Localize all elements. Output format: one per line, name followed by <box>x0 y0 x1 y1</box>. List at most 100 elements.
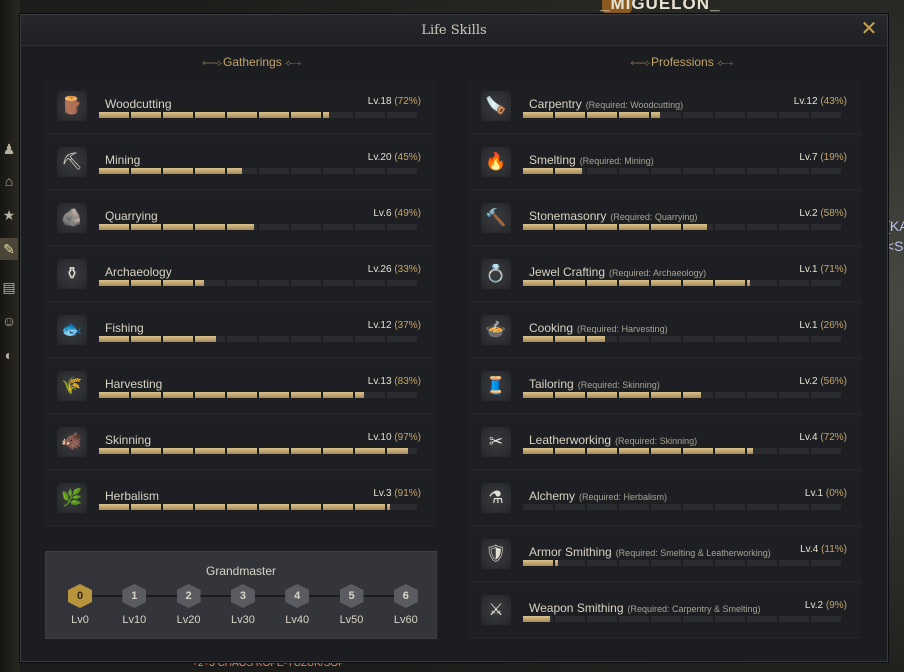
skill-row-alchemy[interactable]: ⚗ Alchemy (Required: Herbalism) Lv.1 (0%) <box>469 473 861 526</box>
skill-row-quarrying[interactable]: 🪨 Quarrying Lv.6 (49%) <box>45 193 435 246</box>
grandmaster-node-6[interactable]: 6 <box>393 584 420 608</box>
progress-segment <box>195 280 225 286</box>
progress-segment <box>291 336 321 342</box>
skill-row-fishing[interactable]: 🐟 Fishing Lv.12 (37%) <box>45 305 435 358</box>
progress-segment <box>619 560 649 566</box>
progress-segment <box>715 112 745 118</box>
grandmaster-node-5[interactable]: 5 <box>339 584 366 608</box>
skill-row-stonemasonry[interactable]: 🔨 Stonemasonry (Required: Quarrying) Lv.2 (… <box>469 193 861 246</box>
progress-segment <box>747 392 777 398</box>
progress-segment <box>291 224 321 230</box>
skill-level-percent: (91%) <box>394 488 421 499</box>
skill-level-percent: (49%) <box>394 208 421 219</box>
ornament-right-icon: ⟡⟶ <box>285 58 301 69</box>
skill-requirement: (Required: Quarrying) <box>610 212 698 222</box>
book-icon[interactable]: ▤ <box>0 276 18 298</box>
progress-segment <box>619 504 649 510</box>
window-titlebar[interactable]: Life Skills ✕ <box>21 15 887 46</box>
progress-segment <box>811 168 841 174</box>
grandmaster-node-2[interactable]: 2 <box>176 584 203 608</box>
progress-segment <box>683 392 713 398</box>
skill-row-skinning[interactable]: 🐗 Skinning Lv.10 (97%) <box>45 417 435 470</box>
life-skills-icon[interactable]: ✎ <box>0 238 18 260</box>
progress-segment <box>619 280 649 286</box>
progress-segment <box>555 392 585 398</box>
side-menu-strip: ♟ ⌂ ★ ✎ ▤ ☺ ◐ <box>0 0 20 672</box>
skill-row-harvesting[interactable]: 🌾 Harvesting Lv.13 (83%) <box>45 361 435 414</box>
friends-icon[interactable]: ☺ <box>0 310 18 332</box>
skill-level: Lv.18 (72%) <box>368 96 421 107</box>
progress-segment <box>323 392 353 398</box>
grandmaster-node-label: Lv30 <box>230 614 255 626</box>
progress-segment <box>523 392 553 398</box>
progress-segment <box>683 336 713 342</box>
progress-segment <box>587 616 617 622</box>
progress-segment <box>163 336 193 342</box>
skill-row-smelting[interactable]: 🔥 Smelting (Required: Mining) Lv.7 (19%) <box>469 137 861 190</box>
progress-segment <box>131 112 161 118</box>
skill-row-cooking[interactable]: 🍲 Cooking (Required: Harvesting) Lv.1 (26%) <box>469 305 861 358</box>
progress-segment <box>195 168 225 174</box>
progress-segment <box>523 504 553 510</box>
close-icon[interactable]: ✕ <box>859 19 879 39</box>
skill-level: Lv.10 (97%) <box>368 432 421 443</box>
mount-icon[interactable]: ◐ <box>0 344 18 366</box>
progress-segment <box>323 112 353 118</box>
professions-header-label: Professions <box>651 55 714 69</box>
skill-level: Lv.7 (19%) <box>799 152 847 163</box>
progress-segment <box>683 448 713 454</box>
progress-segment <box>387 336 417 342</box>
progress-segment <box>811 448 841 454</box>
skill-level-percent: (37%) <box>394 320 421 331</box>
bg-chat-text-2: <Sh <box>886 238 904 254</box>
progress-segment <box>227 392 257 398</box>
skill-row-archaeology[interactable]: ⚱ Archaeology Lv.26 (33%) <box>45 249 435 302</box>
bg-chat-text-1: [KA <box>886 218 904 234</box>
skill-name-label: Harvesting <box>105 377 163 391</box>
skill-name: Jewel Crafting (Required: Archaeology) <box>529 265 706 279</box>
progress-segment <box>291 112 321 118</box>
progress-segment <box>355 448 385 454</box>
progress-segment <box>619 224 649 230</box>
grandmaster-node-1[interactable]: 1 <box>122 584 148 608</box>
skill-requirement: (Required: Skinning) <box>577 380 660 390</box>
grandmaster-node-0[interactable]: 0 <box>68 584 94 608</box>
skill-row-weapon-smithing[interactable]: ⚔ Weapon Smithing (Required: Carpentry & S… <box>469 585 861 638</box>
star-icon[interactable]: ★ <box>0 204 18 226</box>
tailoring-icon: 🧵 <box>481 371 511 401</box>
progress-segment <box>619 392 649 398</box>
progress-segment <box>387 112 417 118</box>
skill-row-tailoring[interactable]: 🧵 Tailoring (Required: Skinning) Lv.2 (56%) <box>469 361 861 414</box>
progress-segment <box>715 504 745 510</box>
skill-progress-bar <box>523 168 841 174</box>
skill-progress-bar <box>99 280 417 286</box>
harvesting-icon: 🌾 <box>57 371 87 401</box>
progress-segment <box>99 504 129 510</box>
stronghold-icon[interactable]: ⌂ <box>0 170 18 192</box>
skill-row-armor-smithing[interactable]: 🛡 Armor Smithing (Required: Smelting & Lea… <box>469 529 861 582</box>
skill-row-jewel-crafting[interactable]: 💍 Jewel Crafting (Required: Archaeology) Lv… <box>469 249 861 302</box>
skill-row-woodcutting[interactable]: 🪵 Woodcutting Lv.18 (72%) <box>45 81 435 134</box>
progress-segment <box>587 560 617 566</box>
character-icon[interactable]: ♟ <box>0 138 18 160</box>
jewel-crafting-icon: 💍 <box>481 259 511 289</box>
skill-name: Archaeology <box>105 265 172 279</box>
grandmaster-node-3[interactable]: 3 <box>230 584 257 608</box>
progress-segment <box>323 280 353 286</box>
carpentry-icon: 🪚 <box>481 91 511 121</box>
skill-level: Lv.2 (58%) <box>799 208 847 219</box>
skill-row-carpentry[interactable]: 🪚 Carpentry (Required: Woodcutting) Lv.12 (… <box>469 81 861 134</box>
skill-level-value: Lv.12 <box>367 320 392 331</box>
stonemasonry-icon: 🔨 <box>481 203 511 233</box>
skill-row-herbalism[interactable]: 🌿 Herbalism Lv.3 (91%) <box>45 473 435 526</box>
grandmaster-node-4[interactable]: 4 <box>285 584 311 608</box>
progress-segment <box>811 112 841 118</box>
hexagon-badge-icon: 4 <box>285 584 310 608</box>
skill-row-mining[interactable]: ⛏ Mining Lv.20 (45%) <box>45 137 435 190</box>
player-nameplate: _MIGUELON_ <box>600 0 721 13</box>
skill-row-leatherworking[interactable]: ✂ Leatherworking (Required: Skinning) Lv.4 … <box>469 417 861 470</box>
mining-icon: ⛏ <box>57 147 87 177</box>
skill-name: Quarrying <box>105 209 158 223</box>
skill-name: Alchemy (Required: Herbalism) <box>529 489 667 503</box>
progress-segment <box>683 168 713 174</box>
